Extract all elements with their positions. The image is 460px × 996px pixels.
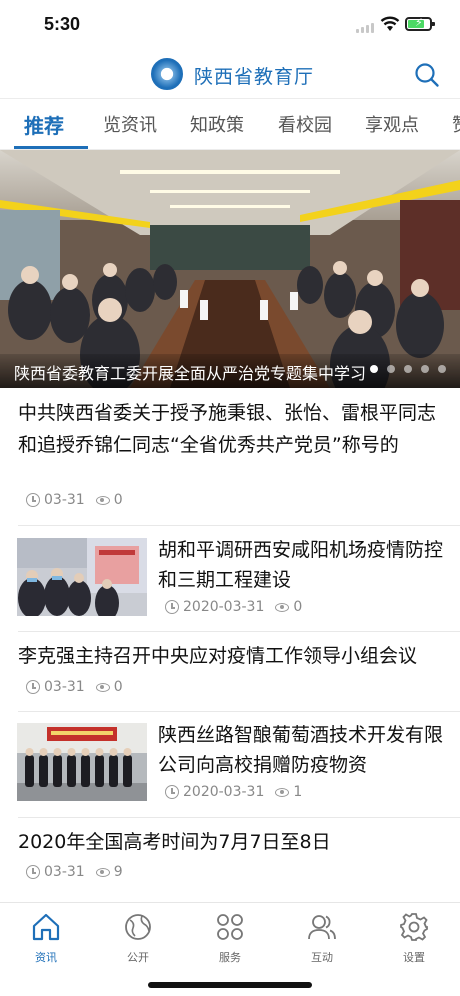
gear-icon [400,913,428,941]
news-title: 陕西丝路智酿葡萄酒技术开发有限公司向高校捐赠防疫物资 [158,724,444,776]
status-bar: 5:30 ⚡ [0,0,460,50]
news-thumbnail [17,538,147,616]
search-icon[interactable] [414,62,440,88]
nav-item-news[interactable]: 资讯 [11,907,81,965]
clock-icon [26,865,40,879]
globe-icon [125,914,151,940]
carousel-indicator [361,358,446,377]
clock-icon [26,680,40,694]
clock-icon [165,600,179,614]
clock-icon [26,493,40,507]
banner-caption: 陕西省委教育工委开展全面从严治党专题集中学习 [14,364,367,383]
banner-caption-bar: 陕西省委教育工委开展全面从严治党专题集中学习 [0,354,460,388]
eye-icon [275,787,290,797]
news-title: 中共陕西省委关于授予施秉银、张怡、雷根平同志和追授乔锦仁同志“全省优秀共产党员”… [18,402,437,456]
eye-icon [95,495,110,505]
news-views: 1 [293,784,303,800]
news-meta: 03-31 9 [26,864,123,880]
news-item[interactable]: 中共陕西省委关于授予施秉银、张怡、雷根平同志和追授乔锦仁同志“全省优秀共产党员”… [0,388,460,526]
news-item[interactable]: 胡和平调研西安咸阳机场疫情防控和三期工程建设 2020-03-31 0 [0,526,460,632]
nav-label: 服务 [219,951,241,964]
banner-carousel[interactable]: 陕西省委教育工委开展全面从严治党专题集中学习 [0,150,460,388]
news-title: 胡和平调研西安咸阳机场疫情防控和三期工程建设 [158,539,444,591]
carousel-dot[interactable] [438,365,446,373]
carousel-dot[interactable] [387,365,395,373]
nav-item-public[interactable]: 公开 [103,907,173,965]
tab-recommend[interactable]: 推荐 [24,110,64,139]
carousel-dot[interactable] [370,365,378,373]
news-meta: 2020-03-31 1 [165,784,302,800]
eye-icon [275,602,290,612]
news-date: 2020-03-31 [183,599,265,615]
news-date: 03-31 [44,864,85,880]
tab-opinion[interactable]: 享观点 [365,111,419,137]
nav-label: 互动 [311,951,333,964]
news-views: 0 [113,492,123,508]
nav-label: 公开 [127,951,149,964]
news-date: 03-31 [44,492,85,508]
app-header: 陕西省教育厅 [0,50,460,98]
news-item[interactable]: 李克强主持召开中央应对疫情工作领导小组会议 03-31 0 [0,632,460,712]
tab-praise[interactable]: 赞 [452,111,460,137]
wifi-icon [380,16,400,31]
grid-icon [217,914,243,940]
nav-item-service[interactable]: 服务 [195,907,265,965]
news-meta: 2020-03-31 0 [165,599,302,615]
news-date: 2020-03-31 [183,784,265,800]
nav-item-settings[interactable]: 设置 [379,907,449,965]
nav-item-interact[interactable]: 互动 [287,907,357,965]
tab-campus[interactable]: 看校园 [278,111,332,137]
active-tab-indicator [14,146,88,149]
home-icon [32,913,60,941]
news-meta: 03-31 0 [26,679,123,695]
signal-icon [356,21,376,33]
news-views: 0 [293,599,303,615]
banner-image [0,150,460,388]
clock-icon [165,785,179,799]
category-tabs: 推荐 览资讯 知政策 看校园 享观点 赞 [0,98,460,150]
news-date: 03-31 [44,679,85,695]
home-indicator[interactable] [148,982,312,988]
battery-icon: ⚡ [405,16,435,31]
news-views: 9 [113,864,123,880]
status-time: 5:30 [44,14,81,34]
users-icon [308,915,336,940]
news-title: 李克强主持召开中央应对疫情工作领导小组会议 [18,645,418,667]
carousel-dot[interactable] [404,365,412,373]
tab-policy[interactable]: 知政策 [190,111,244,137]
nav-label: 设置 [403,951,425,964]
eye-icon [95,867,110,877]
nav-label: 资讯 [35,951,57,964]
news-item[interactable]: 陕西丝路智酿葡萄酒技术开发有限公司向高校捐赠防疫物资 2020-03-31 1 [0,712,460,818]
news-item[interactable]: 2020年全国高考时间为7月7日至8日 03-31 9 [0,818,460,902]
news-title: 2020年全国高考时间为7月7日至8日 [18,831,331,853]
news-views: 0 [113,679,123,695]
tab-news[interactable]: 览资讯 [103,111,157,137]
news-meta: 03-31 0 [26,492,123,508]
news-thumbnail [17,723,147,801]
carousel-dot[interactable] [421,365,429,373]
eye-icon [95,682,110,692]
shaanxi-education-emblem-icon [151,58,183,90]
page-title: 陕西省教育厅 [194,66,315,88]
